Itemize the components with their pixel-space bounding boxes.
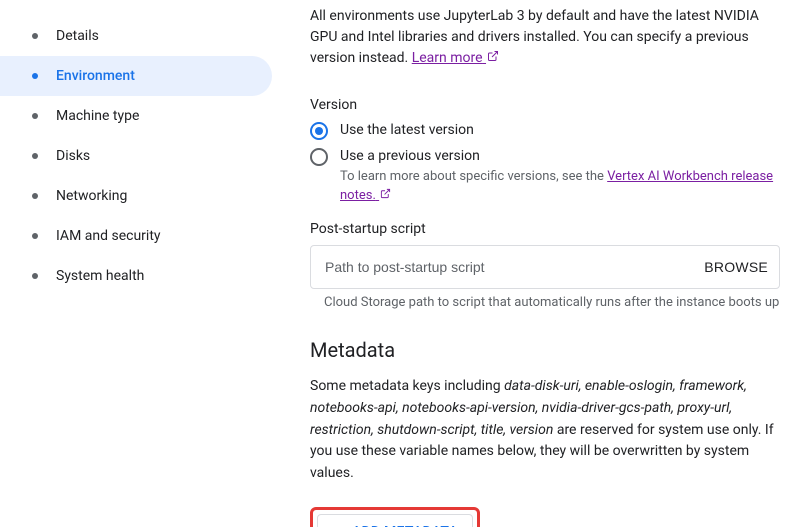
radio-sublabel: To learn more about specific versions, s… xyxy=(340,168,780,205)
external-link-icon xyxy=(487,48,499,69)
radio-label: Use a previous version xyxy=(340,148,480,164)
sidebar-item-system-health[interactable]: System health xyxy=(0,256,272,296)
add-metadata-highlight: ADD METADATA xyxy=(310,507,480,527)
add-metadata-button[interactable]: ADD METADATA xyxy=(317,514,473,527)
sidebar-item-label: System health xyxy=(56,268,144,284)
main-content: All environments use JupyterLab 3 by def… xyxy=(280,0,800,527)
post-startup-helper: Cloud Storage path to script that automa… xyxy=(310,295,780,310)
bullet-icon xyxy=(32,113,38,119)
sidebar-item-label: Disks xyxy=(56,148,90,164)
radio-icon xyxy=(310,148,328,166)
intro-text: All environments use JupyterLab 3 by def… xyxy=(310,8,759,66)
radio-icon xyxy=(310,122,328,140)
sidebar-item-label: Machine type xyxy=(56,108,139,124)
sidebar-item-machine-type[interactable]: Machine type xyxy=(0,96,272,136)
sidebar-item-label: Networking xyxy=(56,188,127,204)
bullet-icon xyxy=(32,233,38,239)
sidebar-item-details[interactable]: Details xyxy=(0,16,272,56)
metadata-description: Some metadata keys including data-disk-u… xyxy=(310,376,780,484)
metadata-heading: Metadata xyxy=(310,338,780,362)
bullet-icon xyxy=(32,153,38,159)
browse-button[interactable]: BROWSE xyxy=(704,259,768,275)
version-radio-group: Use the latest version Use a previous ve… xyxy=(310,121,780,205)
post-startup-label: Post-startup script xyxy=(310,221,780,237)
radio-previous-version[interactable]: Use a previous version To learn more abo… xyxy=(310,147,780,206)
version-label: Version xyxy=(310,97,780,113)
button-row: ADD METADATA CONTINUE xyxy=(310,507,780,527)
bullet-icon xyxy=(32,193,38,199)
external-link-icon xyxy=(380,187,391,205)
sidebar-item-label: Environment xyxy=(56,68,135,84)
sidebar-item-networking[interactable]: Networking xyxy=(0,176,272,216)
sidebar: Details Environment Machine type Disks N… xyxy=(0,0,280,527)
radio-latest-version[interactable]: Use the latest version xyxy=(310,121,780,141)
sidebar-item-disks[interactable]: Disks xyxy=(0,136,272,176)
sidebar-item-label: IAM and security xyxy=(56,228,161,244)
sidebar-item-environment[interactable]: Environment xyxy=(0,56,272,96)
radio-label: Use the latest version xyxy=(340,122,474,138)
bullet-icon xyxy=(32,33,38,39)
sidebar-item-label: Details xyxy=(56,28,99,44)
learn-more-link[interactable]: Learn more xyxy=(412,50,499,66)
bullet-icon xyxy=(32,273,38,279)
post-startup-input-row: BROWSE xyxy=(310,245,780,289)
sidebar-item-iam-security[interactable]: IAM and security xyxy=(0,216,272,256)
intro-paragraph: All environments use JupyterLab 3 by def… xyxy=(310,6,780,69)
bullet-icon xyxy=(32,73,38,79)
